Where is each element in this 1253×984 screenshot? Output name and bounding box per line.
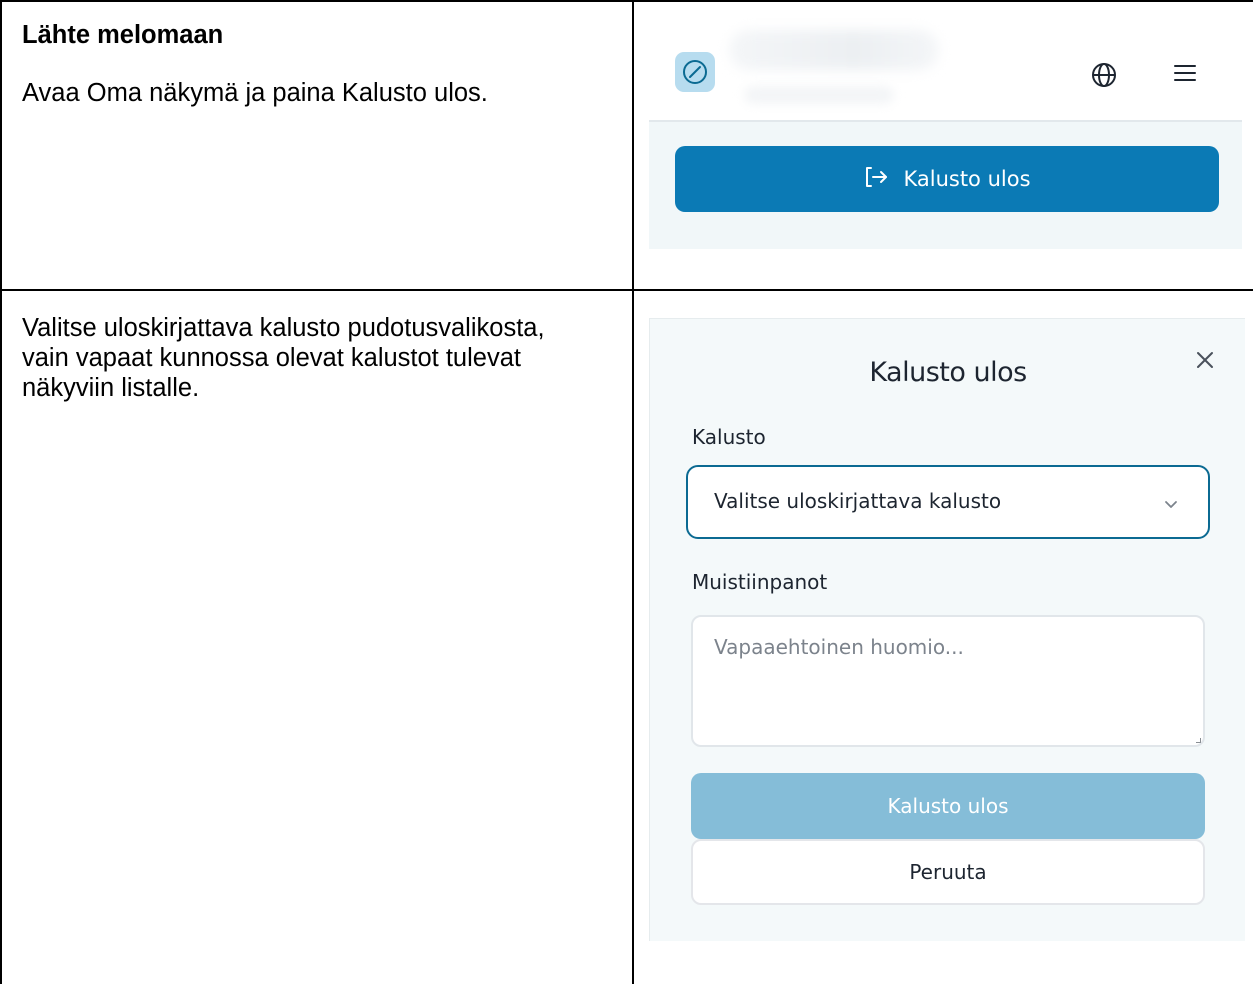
submit-equipment-out-button[interactable]: Kalusto ulos (691, 773, 1205, 839)
app-header (649, 18, 1242, 122)
table-column-divider (632, 0, 634, 984)
screenshot-home: Kalusto ulos (649, 18, 1242, 249)
notes-label: Muistiinpanot (692, 570, 828, 594)
row1-text-cell: Lähte melomaan Avaa Oma näkymä ja paina … (22, 20, 612, 108)
notes-placeholder: Vapaaehtoinen huomio... (714, 635, 964, 659)
equipment-out-button-label: Kalusto ulos (903, 167, 1031, 191)
table-border-top (0, 0, 1253, 2)
close-icon[interactable] (1194, 349, 1216, 376)
menu-icon[interactable] (1172, 60, 1198, 91)
sign-out-icon (863, 165, 889, 194)
globe-icon[interactable] (1089, 60, 1119, 95)
equipment-label: Kalusto (692, 425, 766, 449)
equipment-out-button[interactable]: Kalusto ulos (675, 146, 1219, 212)
step-heading: Lähte melomaan (22, 21, 224, 49)
notes-textarea[interactable]: Vapaaehtoinen huomio... (691, 615, 1205, 747)
row2-text-cell: Valitse uloskirjattava kalusto pudotusva… (22, 313, 562, 403)
modal-title: Kalusto ulos (869, 357, 1027, 388)
equipment-select-value: Valitse uloskirjattava kalusto (714, 489, 1002, 513)
equipment-select[interactable]: Valitse uloskirjattava kalusto (686, 465, 1210, 539)
table-border-left (0, 0, 2, 984)
instruction-table: Lähte melomaan Avaa Oma näkymä ja paina … (0, 0, 1253, 984)
chevron-down-icon (1162, 494, 1180, 518)
table-row-divider (0, 289, 1253, 291)
submit-button-label: Kalusto ulos (887, 794, 1009, 818)
resize-handle-icon[interactable] (1196, 738, 1201, 743)
screenshot-modal: Kalusto ulos Kalusto Valitse uloskirjatt… (649, 318, 1245, 941)
cancel-button-label: Peruuta (909, 860, 987, 884)
blurred-header-title (729, 30, 939, 70)
step-instruction: Valitse uloskirjattava kalusto pudotusva… (22, 314, 545, 402)
cancel-button[interactable]: Peruuta (691, 839, 1205, 905)
blurred-header-subtitle (744, 86, 894, 104)
step-instruction: Avaa Oma näkymä ja paina Kalusto ulos. (22, 79, 488, 107)
compass-icon[interactable] (675, 52, 715, 92)
